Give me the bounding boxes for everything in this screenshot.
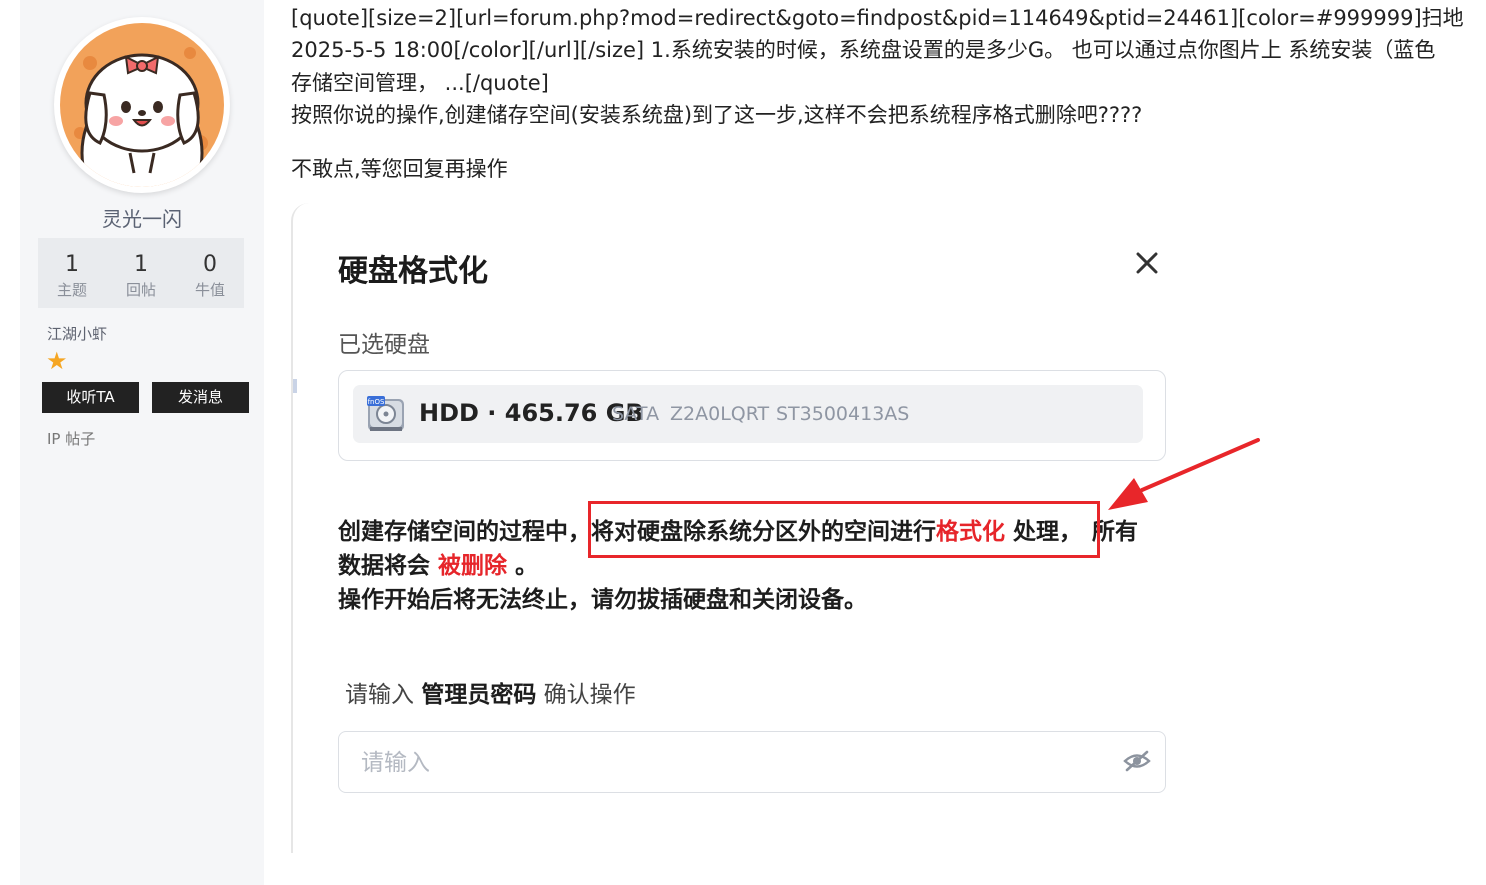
- selected-disk-card: fnOS HDD · 465.76 GB SATA Z2A0LQRT ST350…: [338, 370, 1166, 461]
- stat-points[interactable]: 0 牛值: [176, 238, 244, 300]
- close-icon[interactable]: [1131, 247, 1163, 279]
- left-edge: [0, 0, 21, 885]
- rank-star-icon: ★: [46, 347, 68, 375]
- warning-delete-emphasis: 被删除: [438, 553, 508, 579]
- screenshot-edge-mark: [293, 379, 297, 393]
- password-label-post: 确认操作: [536, 682, 636, 708]
- user-stats: 1 主题 1 回帖 0 牛值: [38, 238, 244, 308]
- disk-serial: Z2A0LQRT: [670, 403, 770, 425]
- warning-text-f: 。: [507, 553, 539, 579]
- password-label-pre: 请输入: [345, 682, 422, 708]
- stat-points-label: 牛值: [194, 281, 225, 299]
- annotation-highlight-box: [588, 501, 1100, 558]
- disk-model: ST3500413AS: [776, 403, 910, 425]
- hard-disk-icon: fnOS: [367, 396, 405, 438]
- stat-threads-label: 主题: [56, 281, 87, 299]
- username[interactable]: 灵光一闪: [0, 203, 284, 232]
- admin-password-field[interactable]: [338, 731, 1166, 793]
- warning-line-3: 操作开始后将无法终止，请勿拔插硬盘和关闭设备。: [338, 587, 867, 613]
- post-question: 按照你说的操作,创建储存空间(安装系统盘)到了这一步,这样不会把系统程序格式删除…: [291, 103, 1143, 127]
- stat-replies[interactable]: 1 回帖: [107, 238, 175, 300]
- stat-replies-label: 回帖: [125, 281, 156, 299]
- ip-posts-link[interactable]: IP 帖子: [47, 428, 95, 449]
- follow-button[interactable]: 收听TA: [42, 382, 139, 413]
- warning-text-e: 数据将会: [338, 553, 430, 579]
- post-note: 不敢点,等您回复再操作: [291, 157, 508, 181]
- quote-line-1: [quote][size=2][url=forum.php?mod=redire…: [291, 6, 1464, 30]
- annotation-arrow-icon: [1104, 438, 1264, 522]
- quote-line-3: 存储空间管理， ...[/quote]: [291, 71, 549, 95]
- password-label-emphasis: 管理员密码: [421, 682, 537, 708]
- disk-name: HDD · 465.76 GB: [419, 399, 644, 427]
- disk-os-badge: fnOS: [368, 398, 385, 406]
- stat-threads[interactable]: 1 主题: [38, 238, 106, 300]
- user-rank: 江湖小虾: [47, 325, 108, 343]
- user-sidebar: 灵光一闪 1 主题 1 回帖 0 牛值 江湖小虾 ★ 收听TA 发消息 IP 帖…: [20, 0, 264, 885]
- disk-interface: SATA: [612, 403, 660, 425]
- embedded-screenshot[interactable]: 硬盘格式化 已选硬盘 fnOS HDD · 465.76 GB SATA Z2A…: [291, 203, 1293, 853]
- password-label: 请输入 管理员密码 确认操作: [345, 675, 636, 709]
- stat-threads-value: 1: [65, 252, 79, 277]
- stat-points-value: 0: [203, 252, 217, 277]
- selected-disk-label: 已选硬盘: [338, 332, 430, 358]
- dialog-title: 硬盘格式化: [338, 254, 488, 289]
- avatar[interactable]: [54, 17, 230, 193]
- stat-replies-value: 1: [134, 252, 148, 277]
- send-message-button[interactable]: 发消息: [152, 382, 249, 413]
- disk-row[interactable]: fnOS HDD · 465.76 GB SATA Z2A0LQRT ST350…: [353, 385, 1143, 443]
- password-input[interactable]: [359, 744, 1103, 782]
- quote-line-2: 2025-5-5 18:00[/color][/url][/size] 1.系统…: [291, 38, 1436, 62]
- warning-text-a: 创建存储空间的过程中，: [338, 519, 591, 545]
- eye-off-icon[interactable]: [1123, 749, 1151, 777]
